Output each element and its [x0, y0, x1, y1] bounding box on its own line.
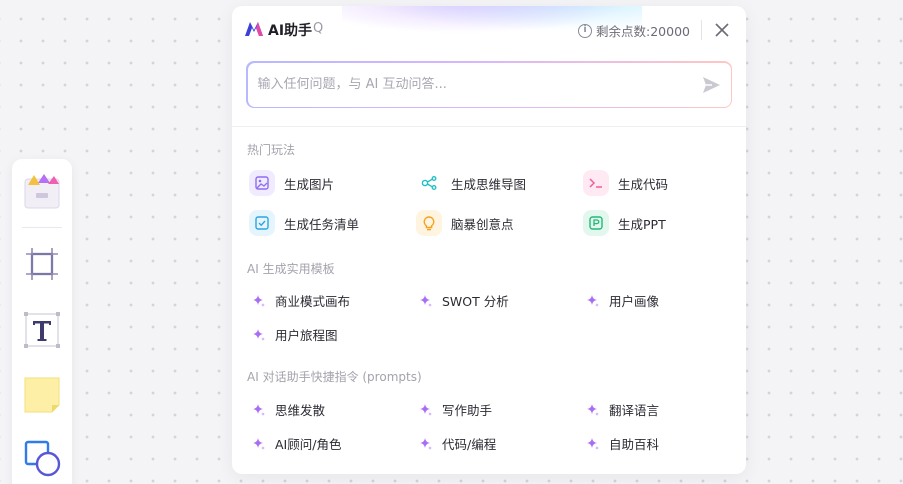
- item-label: 生成思维导图: [451, 176, 527, 192]
- generate-image-item[interactable]: 生成图片: [249, 170, 334, 196]
- sparkle-icon: [587, 437, 599, 450]
- generate-mindmap-item[interactable]: 生成思维导图: [416, 170, 526, 196]
- shortcut-key: Q: [313, 21, 324, 36]
- user-persona-item[interactable]: 用户画像: [587, 291, 659, 310]
- generate-checklist-item[interactable]: 生成任务清单: [249, 210, 359, 236]
- sparkle-icon: [253, 403, 265, 416]
- image-icon: [255, 176, 269, 190]
- item-label: 生成任务清单: [284, 216, 360, 232]
- remaining-points: i 剩余点数:20000: [578, 21, 690, 40]
- checklist-icon: [255, 216, 269, 230]
- mindmap-icon: [421, 176, 437, 190]
- item-label: 生成代码: [618, 176, 669, 192]
- left-toolbar: [12, 159, 72, 484]
- item-label: SWOT 分析: [442, 294, 509, 309]
- ai-logo-icon: [245, 22, 263, 36]
- shape-tool-button[interactable]: [21, 437, 63, 479]
- item-label: 生成PPT: [618, 216, 666, 232]
- panel-title: AI助手: [268, 23, 313, 39]
- template-tool-button[interactable]: [21, 170, 63, 212]
- text-icon: [24, 312, 60, 348]
- question-input-box: [246, 61, 732, 108]
- question-input[interactable]: [257, 62, 688, 107]
- prompts-section-title: AI 对话助手快捷指令 (prompts): [247, 370, 422, 384]
- item-label: 用户旅程图: [275, 328, 338, 343]
- code-icon: [589, 178, 602, 188]
- sticky-note-tool-button[interactable]: [21, 374, 63, 416]
- business-model-canvas-item[interactable]: 商业模式画布: [253, 291, 350, 310]
- translate-item[interactable]: 翻译语言: [587, 400, 659, 419]
- shape-icon: [24, 440, 61, 477]
- close-icon[interactable]: [712, 20, 732, 40]
- sticky-note-icon: [24, 377, 60, 413]
- item-label: 生成图片: [284, 176, 335, 192]
- item-label: 思维发散: [275, 403, 326, 418]
- sparkle-icon: [420, 437, 432, 450]
- lightbulb-icon: [423, 215, 435, 230]
- brainstorm-item[interactable]: 脑暴创意点: [416, 210, 514, 236]
- writing-assistant-item[interactable]: 写作助手: [420, 400, 492, 419]
- item-label: 写作助手: [442, 403, 493, 418]
- template-icon: [24, 174, 60, 209]
- item-label: 翻译语言: [609, 403, 660, 418]
- code-programming-item[interactable]: 代码/编程: [420, 434, 496, 453]
- sparkle-icon: [587, 294, 599, 307]
- item-label: 自助百科: [609, 437, 660, 452]
- sparkle-icon: [587, 403, 599, 416]
- self-help-encyclopedia-item[interactable]: 自助百科: [587, 434, 659, 453]
- divergent-thinking-item[interactable]: 思维发散: [253, 400, 325, 419]
- generate-ppt-item[interactable]: 生成PPT: [583, 210, 666, 236]
- question-input-inner: [247, 62, 731, 107]
- ai-advisor-role-item[interactable]: AI顾问/角色: [253, 434, 341, 453]
- sparkle-icon: [420, 294, 432, 307]
- section-divider: [232, 126, 746, 127]
- frame-tool-button[interactable]: [21, 243, 63, 285]
- ppt-icon: [589, 216, 603, 230]
- sparkle-icon: [253, 437, 265, 450]
- sparkle-icon: [253, 294, 265, 307]
- item-label: 商业模式画布: [275, 294, 351, 309]
- points-label: 剩余点数:20000: [596, 24, 690, 39]
- hot-section-title: 热门玩法: [247, 143, 296, 157]
- swot-analysis-item[interactable]: SWOT 分析: [420, 291, 509, 310]
- user-journey-map-item[interactable]: 用户旅程图: [253, 325, 338, 344]
- send-icon[interactable]: [701, 75, 721, 95]
- ai-assistant-panel: AI助手 Q i 剩余点数:20000 热门玩法: [232, 6, 746, 474]
- sparkle-icon: [420, 403, 432, 416]
- generate-code-item[interactable]: 生成代码: [583, 170, 668, 196]
- item-label: AI顾问/角色: [275, 437, 342, 452]
- sparkle-icon: [253, 328, 265, 341]
- frame-icon: [26, 248, 58, 280]
- item-label: 脑暴创意点: [451, 216, 514, 232]
- toolbar-divider: [22, 227, 62, 228]
- text-tool-button[interactable]: [21, 309, 63, 351]
- header-divider: [701, 20, 702, 40]
- panel-header: AI助手 Q i 剩余点数:20000: [232, 6, 746, 54]
- templates-section-title: AI 生成实用模板: [247, 262, 335, 276]
- info-icon: i: [578, 23, 593, 38]
- item-label: 用户画像: [609, 294, 660, 309]
- item-label: 代码/编程: [442, 437, 497, 452]
